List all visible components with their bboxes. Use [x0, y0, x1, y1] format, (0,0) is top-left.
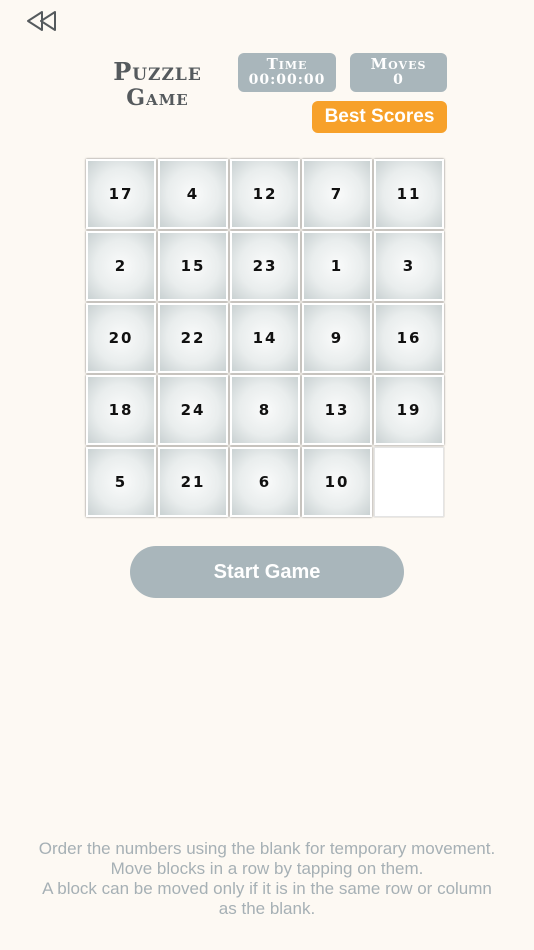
instruction-line: A block can be moved only if it is in th…	[42, 879, 492, 898]
instruction-line: as the blank.	[218, 899, 316, 918]
best-scores-button[interactable]: Best Scores	[312, 101, 447, 133]
back-button[interactable]	[22, 8, 62, 36]
instruction-line: Order the numbers using the blank for te…	[38, 839, 496, 858]
puzzle-tile[interactable]: 19	[374, 375, 444, 445]
puzzle-tile[interactable]: 5	[86, 447, 156, 517]
moves-label: Moves	[370, 55, 427, 73]
puzzle-tile[interactable]: 3	[374, 231, 444, 301]
puzzle-tile[interactable]: 4	[158, 159, 228, 229]
puzzle-tile[interactable]: 11	[374, 159, 444, 229]
time-value: 00:00:00	[248, 72, 326, 88]
puzzle-tile[interactable]: 21	[158, 447, 228, 517]
puzzle-tile[interactable]: 12	[230, 159, 300, 229]
moves-value: 0	[393, 72, 404, 88]
instruction-line: Move blocks in a row by tapping on them.	[110, 859, 424, 878]
puzzle-tile[interactable]: 10	[302, 447, 372, 517]
puzzle-tile[interactable]: 1	[302, 231, 372, 301]
puzzle-tile[interactable]: 7	[302, 159, 372, 229]
blank-tile	[374, 447, 444, 517]
title-line-1: Puzzle	[113, 57, 202, 86]
puzzle-tile[interactable]: 17	[86, 159, 156, 229]
moves-display: Moves 0	[350, 53, 447, 92]
puzzle-tile[interactable]: 23	[230, 231, 300, 301]
puzzle-tile[interactable]: 6	[230, 447, 300, 517]
puzzle-tile[interactable]: 22	[158, 303, 228, 373]
time-label: Time	[266, 55, 308, 73]
game-title: Puzzle Game	[90, 58, 225, 111]
puzzle-tile[interactable]: 20	[86, 303, 156, 373]
rewind-icon	[27, 11, 56, 31]
puzzle-tile[interactable]: 24	[158, 375, 228, 445]
puzzle-tile[interactable]: 13	[302, 375, 372, 445]
puzzle-board: 17 4 12 7 11 2 15 23 1 3 20 22 14 9 16 1…	[86, 159, 446, 519]
puzzle-tile[interactable]: 8	[230, 375, 300, 445]
puzzle-tile[interactable]: 15	[158, 231, 228, 301]
puzzle-tile[interactable]: 18	[86, 375, 156, 445]
puzzle-tile[interactable]: 9	[302, 303, 372, 373]
time-display: Time 00:00:00	[238, 53, 336, 92]
puzzle-tile[interactable]: 2	[86, 231, 156, 301]
puzzle-tile[interactable]: 16	[374, 303, 444, 373]
instructions-text: Order the numbers using the blank for te…	[10, 839, 524, 919]
title-line-2: Game	[126, 84, 189, 111]
start-game-button[interactable]: Start Game	[130, 546, 404, 598]
puzzle-tile[interactable]: 14	[230, 303, 300, 373]
